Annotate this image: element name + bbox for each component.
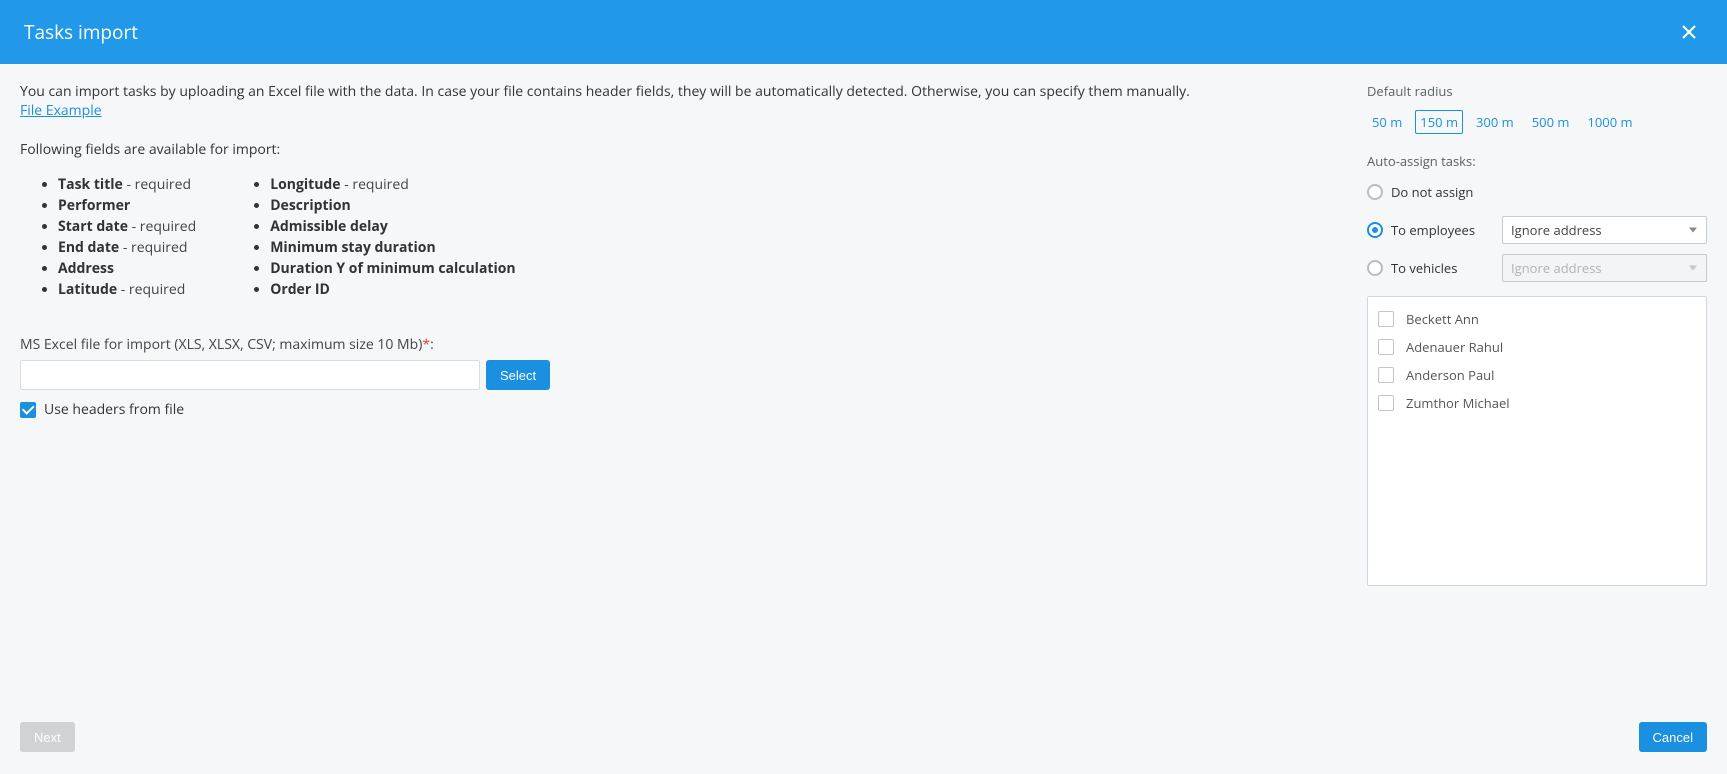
checkbox-icon[interactable]: [1378, 367, 1394, 383]
modal-title: Tasks import: [24, 19, 138, 45]
radio-to-employees[interactable]: To employees: [1367, 221, 1475, 239]
modal-footer: Next Cancel: [0, 706, 1727, 774]
use-headers-row[interactable]: Use headers from file: [20, 400, 1337, 419]
next-button: Next: [20, 722, 75, 752]
use-headers-label: Use headers from file: [44, 400, 184, 419]
list-item[interactable]: Beckett Ann: [1378, 305, 1696, 333]
auto-assign-label: Auto-assign tasks:: [1367, 152, 1707, 170]
radius-300m[interactable]: 300 m: [1471, 110, 1519, 134]
checkbox-icon[interactable]: [1378, 395, 1394, 411]
list-item[interactable]: Zumthor Michael: [1378, 389, 1696, 417]
modal-header: Tasks import: [0, 0, 1727, 64]
checkbox-icon[interactable]: [20, 402, 36, 418]
radio-icon[interactable]: [1367, 184, 1383, 200]
intro-text: You can import tasks by uploading an Exc…: [20, 82, 1337, 101]
left-pane: You can import tasks by uploading an Exc…: [20, 82, 1337, 706]
cancel-button[interactable]: Cancel: [1639, 722, 1707, 752]
radio-icon[interactable]: [1367, 260, 1383, 276]
field-item: Address: [58, 259, 196, 278]
assign-block: Do not assign To employees Ignore addres…: [1367, 178, 1707, 282]
field-item: Duration Y of minimum calculation: [270, 259, 515, 278]
list-item[interactable]: Anderson Paul: [1378, 361, 1696, 389]
field-item: End date - required: [58, 238, 196, 257]
radius-150m[interactable]: 150 m: [1415, 110, 1463, 134]
select-file-button[interactable]: Select: [486, 360, 550, 390]
field-item: Latitude - required: [58, 280, 196, 299]
field-item: Order ID: [270, 280, 515, 299]
list-item[interactable]: Adenauer Rahul: [1378, 333, 1696, 361]
field-item: Description: [270, 196, 515, 215]
fields-col2: Longitude - required Description Admissi…: [236, 173, 515, 301]
modal-body: You can import tasks by uploading an Exc…: [0, 64, 1727, 706]
people-list[interactable]: Beckett Ann Adenauer Rahul Anderson Paul…: [1367, 296, 1707, 586]
tasks-import-modal: Tasks import You can import tasks by upl…: [0, 0, 1727, 774]
fields-intro: Following fields are available for impor…: [20, 140, 1337, 159]
field-item: Admissible delay: [270, 217, 515, 236]
assign-row-vehicles: To vehicles Ignore address: [1367, 254, 1707, 282]
radius-row: 50 m 150 m 300 m 500 m 1000 m: [1367, 110, 1707, 134]
default-radius-label: Default radius: [1367, 82, 1707, 100]
checkbox-icon[interactable]: [1378, 311, 1394, 327]
fields-col1: Task title - required Performer Start da…: [24, 173, 196, 301]
assign-row-no-assign: Do not assign: [1367, 178, 1707, 206]
field-item: Task title - required: [58, 175, 196, 194]
file-row: Select: [20, 360, 1337, 390]
radius-1000m[interactable]: 1000 m: [1582, 110, 1637, 134]
radio-do-not-assign[interactable]: Do not assign: [1367, 183, 1473, 201]
checkbox-icon[interactable]: [1378, 339, 1394, 355]
employees-address-select[interactable]: Ignore address: [1502, 216, 1707, 244]
radio-icon[interactable]: [1367, 222, 1383, 238]
field-item: Performer: [58, 196, 196, 215]
close-icon[interactable]: [1675, 18, 1703, 46]
vehicles-address-select: Ignore address: [1502, 254, 1707, 282]
assign-row-employees: To employees Ignore address: [1367, 216, 1707, 244]
field-item: Start date - required: [58, 217, 196, 236]
right-pane: Default radius 50 m 150 m 300 m 500 m 10…: [1367, 82, 1707, 706]
radius-50m[interactable]: 50 m: [1367, 110, 1407, 134]
radio-to-vehicles[interactable]: To vehicles: [1367, 259, 1457, 277]
file-example-link[interactable]: File Example: [20, 101, 102, 120]
fields-columns: Task title - required Performer Start da…: [24, 173, 1337, 301]
field-item: Longitude - required: [270, 175, 515, 194]
radius-500m[interactable]: 500 m: [1527, 110, 1575, 134]
file-import-label: MS Excel file for import (XLS, XLSX, CSV…: [20, 335, 1337, 354]
field-item: Minimum stay duration: [270, 238, 515, 257]
file-input[interactable]: [20, 360, 480, 390]
